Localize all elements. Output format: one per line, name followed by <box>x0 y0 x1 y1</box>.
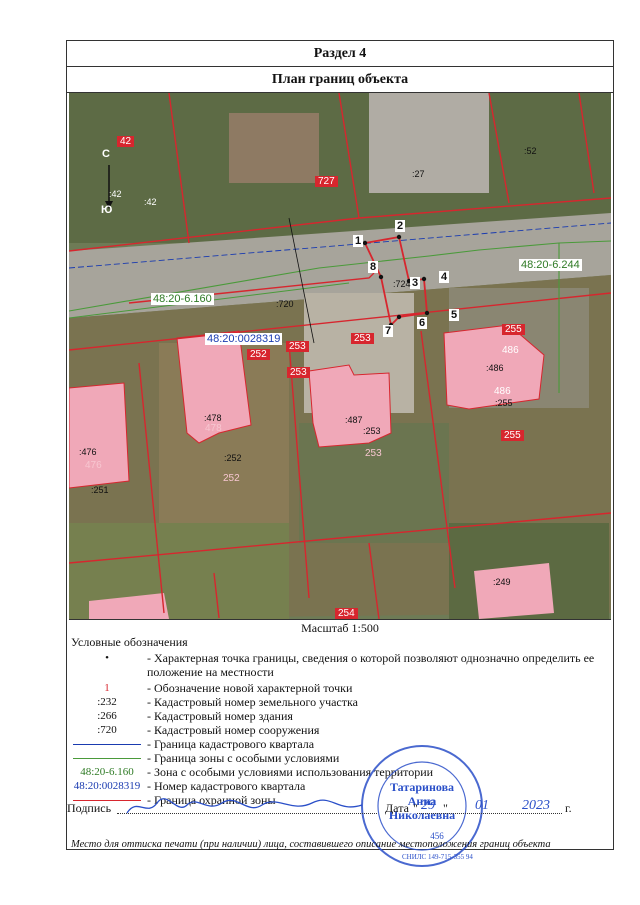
parcel-number: 486 <box>502 345 519 356</box>
cadastral-label: :27 <box>412 169 425 179</box>
cadastral-label: :52 <box>524 146 537 156</box>
legend-item: 1 - Обозначение новой характерной точки <box>67 681 613 695</box>
parcel-number: 252 <box>223 473 240 484</box>
point-number: 5 <box>449 309 460 321</box>
legend-symbol: 1 <box>104 682 110 694</box>
cadastral-label: :42 <box>109 189 122 199</box>
date-day: 29 <box>421 798 435 813</box>
parcel-number: 254 <box>335 608 358 619</box>
legend-item: :720 - Кадастровый номер сооружения <box>67 723 613 737</box>
legend-symbol: :266 <box>97 710 117 722</box>
cadastral-label: :724 <box>393 279 411 289</box>
legend-symbol: 48:20-6.160 <box>80 766 134 778</box>
legend-text: - Обозначение новой характерной точки <box>147 681 353 695</box>
cadastral-label: :249 <box>493 577 511 587</box>
point-number: 1 <box>353 235 364 247</box>
legend-item: 48:20-6.160 - Зона с особыми условиями и… <box>67 765 613 779</box>
date-label: Дата <box>385 801 409 815</box>
point-number: 8 <box>368 261 379 273</box>
cadastral-label: :486 <box>486 363 504 373</box>
quarter-number-label: 48:20:0028319 <box>205 333 283 345</box>
legend-text: - Характерная точка границы, сведения о … <box>147 651 595 679</box>
legend-line-green <box>67 751 147 765</box>
legend-item: 48:20:0028319 - Номер кадастрового кварт… <box>67 779 613 793</box>
legend-symbol: 48:20:0028319 <box>73 780 141 792</box>
legend-title: Условные обозначения <box>71 635 188 649</box>
parcel-number: 255 <box>502 324 525 335</box>
point-number: 2 <box>395 220 406 232</box>
cadastral-label: :252 <box>224 453 242 463</box>
footer-note: Место для оттиска печати (при наличии) л… <box>71 839 551 850</box>
zone-label: 48:20-6.160 <box>151 293 214 305</box>
parcel-number: 253 <box>365 448 382 459</box>
point-number: 7 <box>383 325 394 337</box>
date-month: 01 <box>475 798 489 813</box>
boundary-map: С Ю 48:20:0028319 48:20-6.160 48:20-6.24… <box>69 93 611 620</box>
parcel-number: 478 <box>205 423 222 434</box>
cadastral-label: :255 <box>495 398 513 408</box>
date-year-suffix: г. <box>565 801 572 815</box>
legend-item: :266 - Кадастровый номер здания <box>67 709 613 723</box>
document-frame: Раздел 4 План границ объекта С Ю 48:20:0… <box>66 40 614 867</box>
legend-text: - Кадастровый номер земельного участка <box>147 695 358 709</box>
legend-item: :232 - Кадастровый номер земельного учас… <box>67 695 613 709</box>
cadastral-label: :478 <box>204 413 222 423</box>
legend-item: - Граница зоны с особыми условиями <box>67 751 613 765</box>
legend-symbol: :720 <box>97 724 117 736</box>
parcel-number: 253 <box>351 333 374 344</box>
parcel-number: 476 <box>85 460 102 471</box>
date-year: 2023 <box>522 798 550 813</box>
legend-item: • - Характерная точка границы, сведения … <box>67 651 613 679</box>
cadastral-label: :42 <box>144 197 157 207</box>
stamp-snils: СНИЛС 149-715-355 94 <box>402 853 473 861</box>
parcel-number: 253 <box>286 341 309 352</box>
north-label: С <box>102 148 110 160</box>
section-title: Раздел 4 <box>67 41 613 67</box>
cadastral-label: :253 <box>363 426 381 436</box>
legend-symbol: :232 <box>97 696 117 708</box>
parcel-number: 255 <box>501 430 524 441</box>
parcel-number: 253 <box>287 367 310 378</box>
south-label: Ю <box>101 204 113 216</box>
point-number: 4 <box>439 271 450 283</box>
point-number: 6 <box>417 317 428 329</box>
legend-item: - Граница кадастрового квартала <box>67 737 613 751</box>
cadastral-label: :476 <box>79 447 97 457</box>
zone-label: 48:20-6.244 <box>519 259 582 271</box>
parcel-number: 252 <box>247 349 270 360</box>
legend-symbol: • <box>105 652 109 664</box>
signature-label: Подпись <box>67 801 112 815</box>
handwritten-signature-icon <box>126 798 363 814</box>
parcel-number: 42 <box>117 136 135 147</box>
cadastral-label: :487 <box>345 415 363 425</box>
cadastral-label: :720 <box>276 299 294 309</box>
legend-text: - Кадастровый номер здания <box>147 709 293 723</box>
map-canvas <box>69 93 611 619</box>
cadastral-label: :251 <box>91 485 109 495</box>
date-line <box>417 813 562 814</box>
parcel-number: 727 <box>315 176 338 187</box>
map-scale: Масштаб 1:500 <box>301 621 379 635</box>
legend-line-blue <box>67 737 147 751</box>
point-number: 3 <box>410 277 421 289</box>
legend-text: - Кадастровый номер сооружения <box>147 723 320 737</box>
stamp-name-1: Татаринова <box>390 780 454 794</box>
plan-title: План границ объекта <box>67 67 613 93</box>
parcel-number: 486 <box>494 386 511 397</box>
